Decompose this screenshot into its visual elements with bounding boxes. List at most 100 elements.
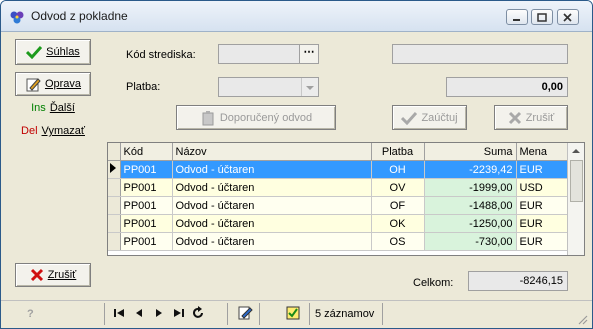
cell-suma[interactable]: -1250,00 — [424, 214, 517, 233]
app-icon — [10, 11, 24, 24]
doporuceny-odvod-label: Doporučený odvod — [219, 111, 313, 124]
cell-suma[interactable]: -2239,42 — [424, 160, 517, 179]
vymazat-label: Vymazať — [41, 125, 85, 137]
cell-suma[interactable]: -1488,00 — [424, 196, 517, 215]
title-bar[interactable]: Odvod z pokladne — [1, 1, 592, 32]
row-indicator — [108, 214, 121, 233]
resize-grip-icon[interactable] — [576, 313, 588, 325]
cell-suma[interactable]: -1999,00 — [424, 178, 517, 197]
row-indicator — [108, 178, 121, 197]
x-cancel-icon — [508, 111, 521, 124]
table-row[interactable]: PP001 Odvod - účtaren OK -1250,00 EUR — [108, 214, 568, 233]
table-row[interactable]: PP001 Odvod - účtaren OF -1488,00 EUR — [108, 196, 568, 215]
zrusit-form-button[interactable]: Zrušiť — [494, 105, 568, 130]
cell-nazov[interactable]: Odvod - účtaren — [172, 160, 372, 179]
zrusit-form-label: Zrušiť — [525, 111, 555, 124]
current-row-arrow-icon — [110, 163, 116, 173]
cell-mena[interactable]: USD — [516, 178, 568, 197]
vymazat-button[interactable]: Del Vymazať — [15, 121, 91, 141]
nav-first-icon[interactable] — [113, 306, 127, 320]
zauctuj-button[interactable]: Zaúčtuj — [392, 105, 467, 130]
suhlas-button[interactable]: Súhlas — [15, 39, 91, 65]
cell-mena[interactable]: EUR — [516, 232, 568, 251]
cell-nazov[interactable]: Odvod - účtaren — [172, 232, 372, 251]
record-count: 5 záznamov — [315, 308, 375, 320]
status-bar: ? 5 záznamov — [1, 300, 592, 328]
cell-platba[interactable]: OF — [371, 196, 425, 215]
celkom-label: Celkom: — [413, 277, 454, 289]
close-icon — [563, 13, 572, 22]
nav-previous-icon[interactable] — [132, 306, 146, 320]
cell-kod[interactable]: PP001 — [120, 214, 173, 233]
row-indicator — [108, 232, 121, 251]
column-header-nazov[interactable]: Názov — [172, 143, 372, 161]
cell-mena[interactable]: EUR — [516, 214, 568, 233]
row-indicator-header — [108, 143, 121, 161]
zrusit-left-button[interactable]: Zrušiť — [15, 263, 91, 287]
cell-kod[interactable]: PP001 — [120, 196, 173, 215]
platba-dropdown-button[interactable] — [301, 78, 318, 96]
oprava-button[interactable]: Oprava — [15, 72, 91, 96]
zrusit-left-label: Zrušiť — [47, 269, 77, 281]
cell-nazov[interactable]: Odvod - účtaren — [172, 178, 372, 197]
grid-vertical-scrollbar[interactable] — [567, 143, 584, 255]
records-table: Kód Názov Platba Suma Mena PP001 Odvod - … — [108, 143, 568, 251]
help-icon[interactable]: ? — [27, 308, 34, 320]
cell-kod[interactable]: PP001 — [120, 160, 173, 179]
cell-platba[interactable]: OH — [371, 160, 425, 179]
checkbox-checked-icon[interactable] — [286, 306, 300, 320]
close-button[interactable] — [557, 9, 579, 25]
status-separator — [382, 303, 383, 325]
x-cancel-icon — [30, 268, 43, 282]
refresh-icon[interactable] — [191, 306, 205, 320]
amount-field: 0,00 — [446, 77, 568, 97]
platba-select[interactable] — [218, 77, 319, 97]
cell-platba[interactable]: OS — [371, 232, 425, 251]
checkmark-icon — [401, 111, 418, 125]
zauctuj-label: Zaúčtuj — [421, 111, 458, 124]
nav-next-icon[interactable] — [152, 306, 166, 320]
browse-button[interactable]: ⋯ — [299, 45, 318, 63]
celkom-field: -8246,15 — [468, 271, 568, 291]
minimize-icon — [513, 19, 520, 21]
table-row[interactable]: PP001 Odvod - účtaren OS -730,00 EUR — [108, 232, 568, 251]
cell-mena[interactable]: EUR — [516, 160, 568, 179]
table-row[interactable]: PP001 Odvod - účtaren OH -2239,42 EUR — [108, 160, 568, 179]
status-separator — [259, 303, 260, 325]
stredisko-name-field — [392, 44, 568, 64]
ellipsis-icon: ⋯ — [303, 46, 315, 58]
dalsi-button[interactable]: Ins Ďalší — [15, 98, 91, 118]
column-header-kod[interactable]: Kód — [120, 143, 173, 161]
oprava-label: Oprava — [44, 78, 82, 90]
row-indicator — [108, 160, 121, 179]
column-header-suma[interactable]: Suma — [424, 143, 517, 161]
scroll-up-icon[interactable] — [568, 143, 584, 159]
cell-suma[interactable]: -730,00 — [424, 232, 517, 251]
scroll-thumb[interactable] — [570, 160, 583, 202]
status-separator — [309, 303, 310, 325]
row-indicator — [108, 196, 121, 215]
kod-strediska-input[interactable]: ⋯ — [218, 44, 319, 64]
clipboard-icon — [202, 110, 214, 125]
cell-platba[interactable]: OV — [371, 178, 425, 197]
status-separator — [104, 303, 105, 325]
doporuceny-odvod-button[interactable]: Doporučený odvod — [176, 105, 336, 130]
window-title: Odvod z pokladne — [31, 9, 128, 23]
cell-mena[interactable]: EUR — [516, 196, 568, 215]
column-header-platba[interactable]: Platba — [371, 143, 425, 161]
edit-record-icon[interactable] — [237, 305, 253, 321]
minimize-button[interactable] — [506, 9, 528, 25]
celkom-value: -8246,15 — [519, 275, 563, 287]
nav-last-icon[interactable] — [171, 306, 185, 320]
left-button-panel: Súhlas Oprava Ins Ďalší Del Vymazať Zruš… — [5, 32, 103, 296]
cell-kod[interactable]: PP001 — [120, 232, 173, 251]
column-header-mena[interactable]: Mena — [516, 143, 568, 161]
cell-platba[interactable]: OK — [371, 214, 425, 233]
dalsi-label: Ďalší — [49, 102, 75, 114]
cell-kod[interactable]: PP001 — [120, 178, 173, 197]
records-grid[interactable]: Kód Názov Platba Suma Mena PP001 Odvod - … — [107, 142, 585, 256]
maximize-button[interactable] — [531, 9, 553, 25]
cell-nazov[interactable]: Odvod - účtaren — [172, 196, 372, 215]
table-row[interactable]: PP001 Odvod - účtaren OV -1999,00 USD — [108, 178, 568, 197]
cell-nazov[interactable]: Odvod - účtaren — [172, 214, 372, 233]
